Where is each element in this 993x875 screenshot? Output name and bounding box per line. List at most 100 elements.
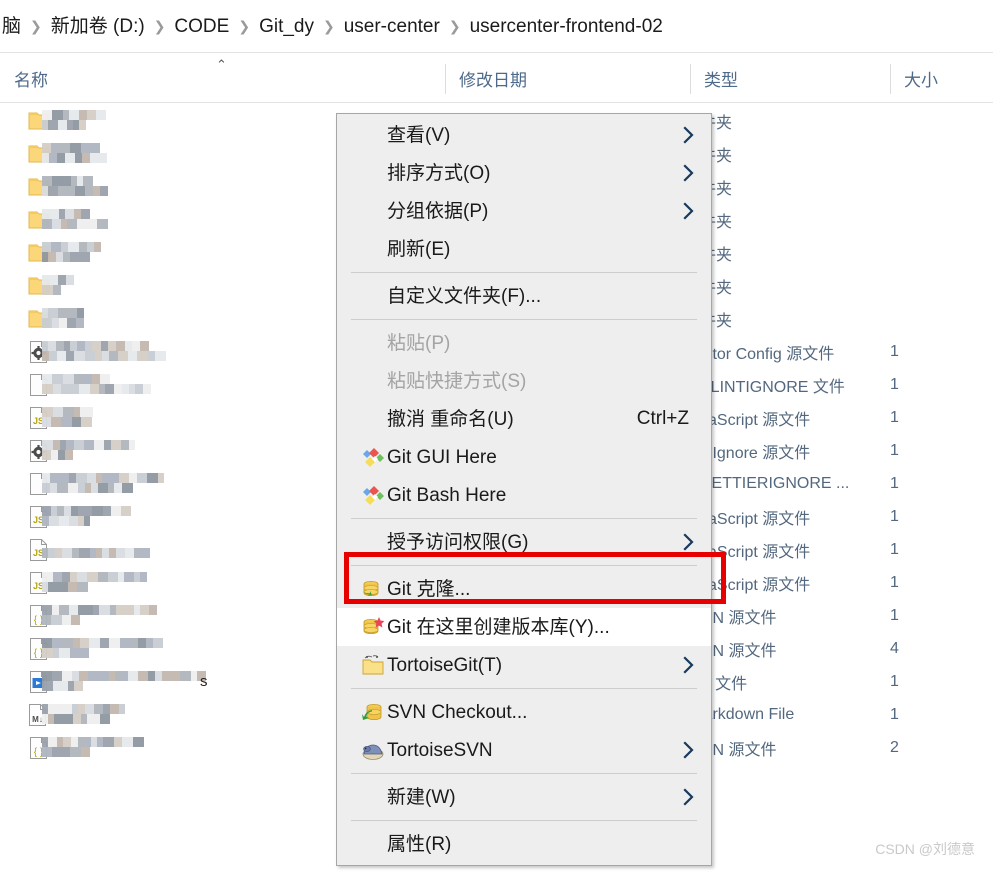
redacted-filename	[42, 440, 135, 460]
menu-item-git-create-repo[interactable]: Git 在这里创建版本库(Y)...	[337, 608, 711, 646]
redacted-filename	[42, 605, 157, 625]
address-breadcrumb-bar[interactable]: 脑 ❯ 新加卷 (D:) ❯ CODE ❯ Git_dy ❯ user-center ❯ userc…	[0, 0, 993, 53]
menu-item-git-bash-here[interactable]: Git Bash Here	[337, 476, 711, 514]
menu-item-label: 新建(W)	[387, 786, 456, 808]
redacted-filename	[42, 671, 206, 691]
menu-item-git-gui-here[interactable]: Git GUI Here	[337, 438, 711, 476]
git-diamond-icon	[349, 445, 384, 469]
menu-separator	[351, 773, 697, 774]
menu-item-customize-folder[interactable]: 自定义文件夹(F)...	[337, 277, 711, 315]
file-size-cell: 1	[890, 375, 899, 393]
file-size-cell: 1	[890, 441, 899, 459]
file-size-cell: 1	[890, 507, 899, 525]
tortoisegit-clone-icon	[349, 577, 379, 601]
file-name-redacted	[42, 110, 106, 130]
file-name-redacted	[42, 572, 147, 592]
column-header-label: 名称	[14, 70, 48, 90]
html-file-icon	[14, 670, 47, 694]
breadcrumb-item-1[interactable]: 新加卷 (D:)	[51, 17, 145, 36]
menu-item-properties[interactable]: 属性(R)	[337, 825, 711, 863]
file-name-redacted	[42, 308, 84, 328]
file-name-redacted	[42, 440, 135, 460]
redacted-filename	[42, 341, 166, 361]
file-size-cell: 4	[890, 639, 899, 657]
menu-item-new[interactable]: 新建(W)	[337, 778, 711, 816]
menu-item-tortoisegit[interactable]: TortoiseGit(T)	[337, 646, 711, 684]
file-name-redacted	[42, 143, 107, 163]
redacted-filename	[42, 374, 151, 394]
submenu-chevron-right-icon	[683, 740, 695, 760]
file-size-cell: 1	[890, 606, 899, 624]
menu-item-refresh[interactable]: 刷新(E)	[337, 230, 711, 268]
redacted-filename	[42, 548, 150, 558]
menu-separator	[351, 518, 697, 519]
menu-item-label: 粘贴(P)	[387, 332, 451, 354]
file-name-redacted	[42, 176, 108, 196]
file-list-column-header: 名称 修改日期 类型 大小	[0, 53, 993, 103]
column-header-size[interactable]: 大小	[890, 53, 993, 103]
menu-item-undo-rename[interactable]: 撤消 重命名(U) Ctrl+Z	[337, 400, 711, 438]
menu-item-svn-checkout[interactable]: SVN Checkout...	[337, 693, 711, 731]
folder-icon	[14, 175, 50, 199]
tortoisegit-folder-icon	[349, 653, 384, 677]
redacted-filename	[42, 473, 164, 493]
js-file-icon: JS	[14, 571, 47, 595]
file-type-cell: vaScript 源文件	[700, 411, 811, 429]
file-name-redacted	[42, 704, 125, 724]
file-type-cell: ditor Config 源文件	[700, 345, 835, 363]
menu-item-label: 分组依据(P)	[387, 200, 489, 222]
redacted-filename	[42, 407, 93, 427]
json-file-icon: { }	[14, 637, 47, 661]
file-name-redacted	[42, 209, 108, 229]
tortoisegit-create-repo-icon	[349, 615, 385, 639]
file-size-cell: 1	[890, 705, 899, 723]
file-name-redacted	[42, 605, 157, 625]
breadcrumb-separator-icon: ❯	[153, 18, 166, 34]
menu-item-label: 排序方式(O)	[387, 162, 491, 184]
menu-item-tortoisesvn[interactable]: TortoiseSVN	[337, 731, 711, 769]
menu-item-label: 刷新(E)	[387, 238, 451, 260]
redacted-filename	[42, 506, 131, 526]
menu-item-label: Git 在这里创建版本库(Y)...	[387, 616, 610, 638]
menu-item-label: SVN Checkout...	[387, 701, 528, 723]
menu-item-label: TortoiseSVN	[387, 739, 493, 761]
blank-file-icon	[14, 373, 47, 397]
tortoisesvn-icon	[349, 738, 384, 762]
submenu-chevron-right-icon	[683, 787, 695, 807]
redacted-filename	[42, 308, 84, 328]
file-name-redacted	[42, 638, 163, 658]
breadcrumb-item-4[interactable]: user-center	[344, 17, 440, 36]
redacted-filename	[42, 110, 106, 130]
breadcrumb-item-5[interactable]: usercenter-frontend-02	[470, 17, 663, 36]
column-divider[interactable]	[690, 64, 691, 94]
svn-checkout-icon	[362, 704, 382, 720]
blank-file-icon	[14, 472, 47, 496]
breadcrumb-item-0[interactable]: 脑	[2, 17, 21, 36]
menu-item-label: TortoiseGit(T)	[387, 654, 503, 676]
file-type-cell: it Ignore 源文件	[700, 444, 811, 462]
file-type-cell: SLINTIGNORE 文件	[700, 378, 845, 396]
file-size-cell: 1	[890, 540, 899, 558]
menu-item-sort-by[interactable]: 排序方式(O)	[337, 154, 711, 192]
redacted-filename	[42, 572, 147, 592]
menu-item-git-clone[interactable]: Git 克隆...	[337, 570, 711, 608]
submenu-chevron-right-icon	[683, 125, 695, 145]
folder-background-context-menu[interactable]: 查看(V) 排序方式(O) 分组依据(P) 刷新(E) 自定义文件夹(F)... 粘贴(P…	[336, 113, 712, 866]
tortoisegit-create-repo-icon	[363, 617, 385, 634]
column-header-type[interactable]: 类型	[690, 53, 890, 103]
column-header-date[interactable]: 修改日期	[445, 53, 690, 103]
folder-icon	[14, 208, 50, 232]
file-name-redacted	[42, 539, 150, 559]
csdn-watermark: CSDN @刘德意	[875, 841, 975, 857]
redacted-filename	[42, 275, 74, 295]
file-name-redacted	[42, 407, 93, 427]
column-divider[interactable]	[445, 64, 446, 94]
breadcrumb-item-2[interactable]: CODE	[174, 17, 229, 36]
column-divider[interactable]	[890, 64, 891, 94]
menu-item-group-by[interactable]: 分组依据(P)	[337, 192, 711, 230]
redacted-filename	[42, 143, 107, 163]
menu-item-grant-access[interactable]: 授予访问权限(G)	[337, 523, 711, 561]
tortoisesvn-icon	[362, 744, 384, 760]
breadcrumb-item-3[interactable]: Git_dy	[259, 17, 314, 36]
menu-item-view[interactable]: 查看(V)	[337, 116, 711, 154]
